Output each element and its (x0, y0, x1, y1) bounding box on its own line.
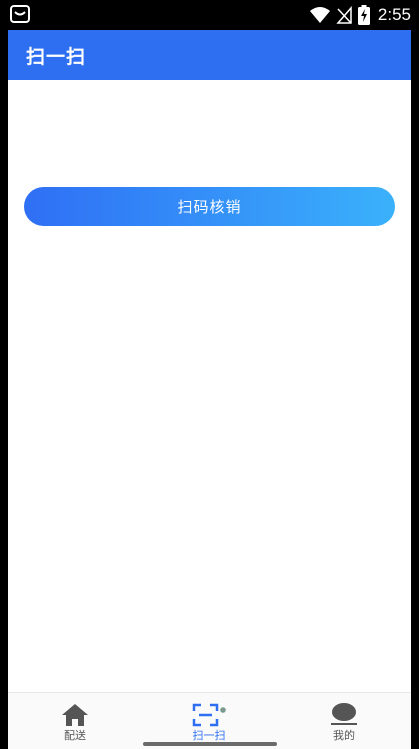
main-content: 扫码核销 (8, 80, 411, 692)
nav-item-scan[interactable]: 扫一扫 (164, 693, 254, 749)
app-header: 扫一扫 (8, 30, 411, 80)
bottom-nav: 配送 扫一扫 我的 (8, 692, 411, 749)
profile-icon (331, 703, 357, 725)
scan-icon (192, 703, 226, 727)
battery-charging-icon (357, 5, 370, 25)
nav-item-delivery-label: 配送 (64, 729, 86, 742)
scan-verify-button[interactable]: 扫码核销 (24, 187, 395, 226)
nav-item-delivery[interactable]: 配送 (30, 693, 120, 749)
nav-item-profile[interactable]: 我的 (299, 693, 389, 749)
status-bar: 2:55 (0, 0, 419, 30)
wifi-icon (309, 7, 330, 23)
home-indicator[interactable] (143, 742, 277, 746)
status-time: 2:55 (377, 5, 411, 24)
no-signal-icon (336, 6, 352, 24)
nav-item-profile-label: 我的 (333, 729, 355, 742)
page-title: 扫一扫 (26, 46, 87, 68)
scan-verify-button-label: 扫码核销 (177, 198, 242, 216)
nav-item-scan-label: 扫一扫 (192, 729, 226, 742)
home-icon (62, 704, 88, 726)
status-icons: 2:55 (309, 3, 411, 27)
notification-icon (10, 5, 30, 23)
